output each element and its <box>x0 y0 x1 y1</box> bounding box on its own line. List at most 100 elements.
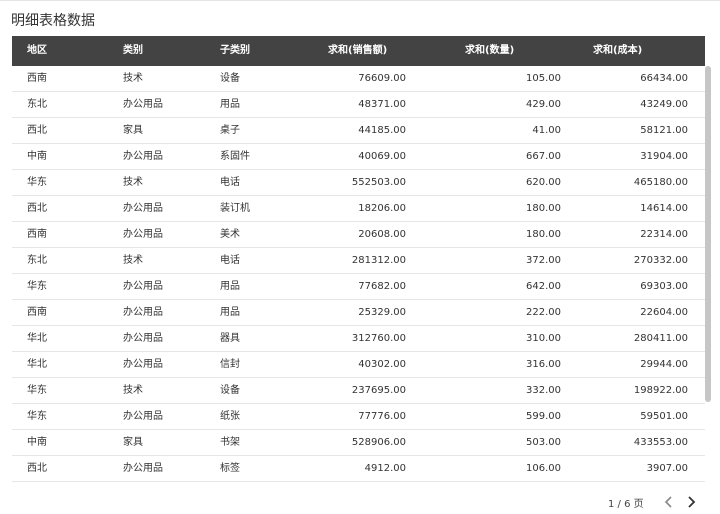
page-title: 明细表格数据 <box>11 13 95 29</box>
cell-sales-sum: 44185.00 <box>358 125 406 136</box>
cell-region: 中南 <box>27 151 47 162</box>
cell-region: 华东 <box>27 411 47 422</box>
cell-quantity-sum: 503.00 <box>526 437 561 448</box>
cell-category: 办公用品 <box>123 203 163 214</box>
chevron-right-icon[interactable] <box>680 494 702 510</box>
cell-region: 西南 <box>27 307 47 318</box>
cell-sales-sum: 40302.00 <box>358 359 406 370</box>
cell-cost-sum: 3907.00 <box>646 463 688 474</box>
detail-table: 地区 类别 子类别 求和(销售额) 求和(数量) 求和(成本) 西南 技术 设备 76… <box>12 36 705 484</box>
cell-cost-sum: 433553.00 <box>633 437 688 448</box>
cell-sales-sum: 76609.00 <box>358 73 406 84</box>
cell-sales-sum: 18206.00 <box>358 203 406 214</box>
cell-subcategory: 标签 <box>220 463 240 474</box>
cell-sales-sum: 77776.00 <box>358 411 406 422</box>
table-row[interactable]: 西北 家具 桌子 44185.00 41.00 58121.00 <box>12 118 705 144</box>
table-row[interactable]: 西北 办公用品 装订机 18206.00 180.00 14614.00 <box>12 196 705 222</box>
header-cost-sum[interactable]: 求和(成本) <box>593 36 642 66</box>
top-divider <box>0 0 720 1</box>
cell-subcategory: 用品 <box>220 307 240 318</box>
cell-category: 办公用品 <box>123 281 163 292</box>
table-row[interactable]: 西北 办公用品 标签 4912.00 106.00 3907.00 <box>12 456 705 482</box>
cell-cost-sum: 22314.00 <box>640 229 688 240</box>
cell-category: 技术 <box>123 73 143 84</box>
cell-region: 西北 <box>27 125 47 136</box>
cell-quantity-sum: 106.00 <box>526 463 561 474</box>
cell-region: 东北 <box>27 255 47 266</box>
table-row[interactable]: 华东 技术 电话 552503.00 620.00 465180.00 <box>12 170 705 196</box>
cell-category: 家具 <box>123 437 143 448</box>
cell-category: 办公用品 <box>123 359 163 370</box>
cell-quantity-sum: 316.00 <box>526 359 561 370</box>
cell-quantity-sum: 105.00 <box>526 73 561 84</box>
cell-cost-sum: 465180.00 <box>633 177 688 188</box>
cell-subcategory: 设备 <box>220 73 240 84</box>
table-body: 西南 技术 设备 76609.00 105.00 66434.00 东北 办公用品 用品 4837… <box>12 66 705 482</box>
cell-cost-sum: 69303.00 <box>640 281 688 292</box>
table-header: 地区 类别 子类别 求和(销售额) 求和(数量) 求和(成本) <box>12 36 705 66</box>
cell-sales-sum: 552503.00 <box>351 177 406 188</box>
cell-region: 西北 <box>27 463 47 474</box>
cell-sales-sum: 77682.00 <box>358 281 406 292</box>
cell-cost-sum: 280411.00 <box>633 333 688 344</box>
cell-sales-sum: 312760.00 <box>351 333 406 344</box>
table-row[interactable]: 西南 办公用品 美术 20608.00 180.00 22314.00 <box>12 222 705 248</box>
vertical-scrollbar[interactable] <box>705 66 711 402</box>
cell-category: 办公用品 <box>123 463 163 474</box>
cell-quantity-sum: 180.00 <box>526 229 561 240</box>
table-row[interactable]: 东北 技术 电话 281312.00 372.00 270332.00 <box>12 248 705 274</box>
cell-cost-sum: 58121.00 <box>640 125 688 136</box>
cell-region: 西南 <box>27 229 47 240</box>
cell-quantity-sum: 332.00 <box>526 385 561 396</box>
cell-subcategory: 信封 <box>220 359 240 370</box>
cell-quantity-sum: 222.00 <box>526 307 561 318</box>
table-row[interactable]: 西南 办公用品 用品 25329.00 222.00 22604.00 <box>12 300 705 326</box>
cell-quantity-sum: 599.00 <box>526 411 561 422</box>
table-row[interactable]: 华东 办公用品 用品 77682.00 642.00 69303.00 <box>12 274 705 300</box>
page-info: 1 / 6 页 <box>608 498 644 510</box>
cell-cost-sum: 29944.00 <box>640 359 688 370</box>
cell-quantity-sum: 41.00 <box>532 125 561 136</box>
cell-region: 东北 <box>27 99 47 110</box>
cell-sales-sum: 25329.00 <box>358 307 406 318</box>
cell-quantity-sum: 667.00 <box>526 151 561 162</box>
table-row[interactable]: 西南 技术 设备 76609.00 105.00 66434.00 <box>12 66 705 92</box>
table-row[interactable]: 华北 办公用品 信封 40302.00 316.00 29944.00 <box>12 352 705 378</box>
header-category[interactable]: 类别 <box>123 36 143 66</box>
cell-quantity-sum: 372.00 <box>526 255 561 266</box>
cell-category: 办公用品 <box>123 99 163 110</box>
cell-subcategory: 器具 <box>220 333 240 344</box>
cell-cost-sum: 66434.00 <box>640 73 688 84</box>
cell-cost-sum: 59501.00 <box>640 411 688 422</box>
header-subcategory[interactable]: 子类别 <box>220 36 250 66</box>
cell-region: 华东 <box>27 281 47 292</box>
cell-category: 办公用品 <box>123 411 163 422</box>
cell-subcategory: 系固件 <box>220 151 250 162</box>
cell-subcategory: 纸张 <box>220 411 240 422</box>
cell-cost-sum: 14614.00 <box>640 203 688 214</box>
cell-category: 技术 <box>123 385 143 396</box>
table-row[interactable]: 中南 家具 书架 528906.00 503.00 433553.00 <box>12 430 705 456</box>
chevron-left-icon[interactable] <box>658 494 680 510</box>
table-row[interactable]: 中南 办公用品 系固件 40069.00 667.00 31904.00 <box>12 144 705 170</box>
pagination: 1 / 6 页 <box>608 494 702 510</box>
cell-region: 华北 <box>27 359 47 370</box>
table-row[interactable]: 华东 技术 设备 237695.00 332.00 198922.00 <box>12 378 705 404</box>
cell-quantity-sum: 180.00 <box>526 203 561 214</box>
cell-category: 技术 <box>123 177 143 188</box>
header-quantity-sum[interactable]: 求和(数量) <box>465 36 514 66</box>
cell-region: 华东 <box>27 177 47 188</box>
header-sales-sum[interactable]: 求和(销售额) <box>328 36 387 66</box>
table-row[interactable]: 华东 办公用品 纸张 77776.00 599.00 59501.00 <box>12 404 705 430</box>
cell-subcategory: 设备 <box>220 385 240 396</box>
cell-category: 办公用品 <box>123 229 163 240</box>
cell-quantity-sum: 642.00 <box>526 281 561 292</box>
cell-region: 西南 <box>27 73 47 84</box>
table-row[interactable]: 东北 办公用品 用品 48371.00 429.00 43249.00 <box>12 92 705 118</box>
cell-region: 华北 <box>27 333 47 344</box>
cell-sales-sum: 48371.00 <box>358 99 406 110</box>
cell-region: 中南 <box>27 437 47 448</box>
table-row[interactable]: 华北 办公用品 器具 312760.00 310.00 280411.00 <box>12 326 705 352</box>
cell-category: 办公用品 <box>123 307 163 318</box>
header-region[interactable]: 地区 <box>27 36 47 66</box>
